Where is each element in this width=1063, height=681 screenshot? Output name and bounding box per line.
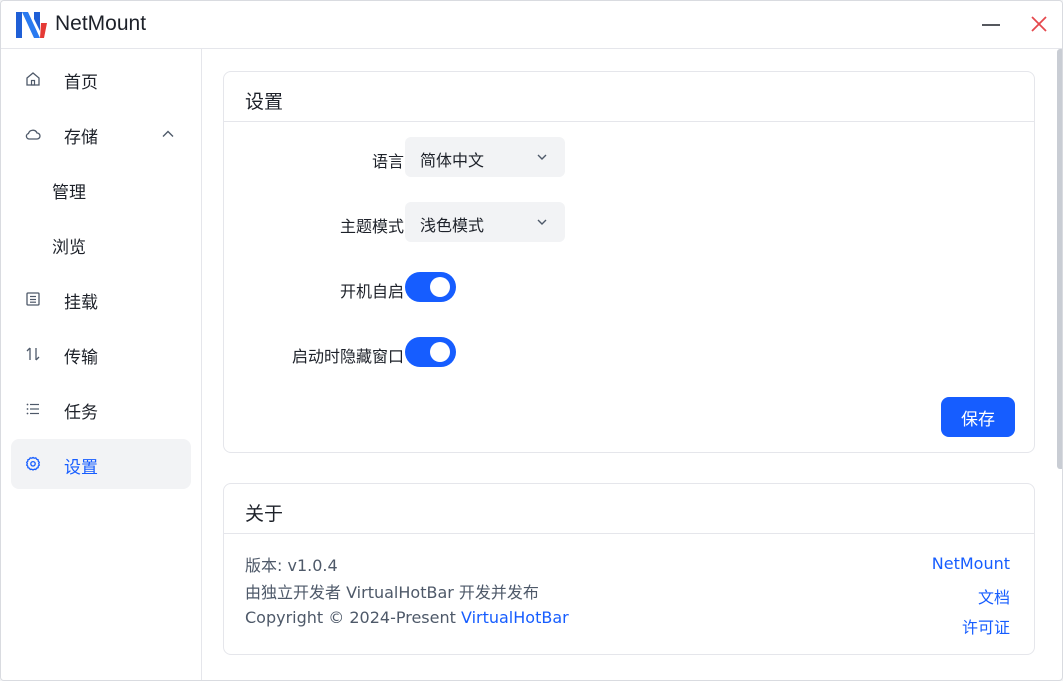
sidebar-item-label: 任务 xyxy=(64,403,98,423)
app-title: NetMount xyxy=(55,12,147,35)
virtualhotbar-link[interactable]: VirtualHotBar xyxy=(461,608,569,627)
chevron-up-icon[interactable] xyxy=(161,127,175,141)
settings-card: 设置 语言 简体中文 主题模式 浅色模式 开机自启 启动时隐藏窗口 保存 xyxy=(223,71,1035,453)
chevron-down-icon xyxy=(537,219,547,225)
sidebar-item-label: 浏览 xyxy=(52,238,86,258)
sidebar-item-settings[interactable]: 设置 xyxy=(11,439,191,489)
scrollbar[interactable] xyxy=(1057,49,1062,469)
sidebar-item-storage[interactable]: 存储 xyxy=(11,109,191,159)
sidebar-item-home[interactable]: 首页 xyxy=(11,54,191,104)
sidebar-item-manage[interactable]: 管理 xyxy=(11,164,191,214)
license-link[interactable]: 许可证 xyxy=(962,614,1010,638)
task-list-icon xyxy=(26,403,39,415)
cloud-icon xyxy=(25,129,41,140)
copyright-text: Copyright © 2024-Present VirtualHotBar xyxy=(245,608,569,627)
toggle-knob xyxy=(430,277,450,297)
sidebar-item-label: 传输 xyxy=(64,348,98,368)
version-text: 版本: v1.0.4 xyxy=(245,556,338,575)
sidebar-item-label: 挂载 xyxy=(64,293,98,313)
sidebar-item-label: 管理 xyxy=(52,183,86,203)
theme-select[interactable]: 浅色模式 xyxy=(405,202,565,242)
sidebar-item-browse[interactable]: 浏览 xyxy=(11,219,191,269)
autostart-label: 开机自启 xyxy=(339,282,404,301)
netmount-logo-icon xyxy=(16,12,47,38)
theme-label: 主题模式 xyxy=(339,217,404,236)
sidebar-item-transfer[interactable]: 传输 xyxy=(11,329,191,379)
save-button[interactable]: 保存 xyxy=(941,397,1015,437)
gear-icon xyxy=(25,456,41,471)
chevron-down-icon xyxy=(537,154,547,160)
netmount-link[interactable]: NetMount xyxy=(932,554,1010,573)
app-window: NetMount 首页 存储 管理 浏览 挂载 传输 任务 设置 设置 语言 简… xyxy=(0,0,1063,681)
hide-on-start-label: 启动时隐藏窗口 xyxy=(291,347,404,366)
language-label: 语言 xyxy=(371,152,404,171)
hide-on-start-toggle[interactable] xyxy=(405,337,456,367)
about-card: 关于 版本: v1.0.4 由独立开发者 VirtualHotBar 开发并发布… xyxy=(223,483,1035,655)
main-content: 设置 语言 简体中文 主题模式 浅色模式 开机自启 启动时隐藏窗口 保存 关于 … xyxy=(203,49,1054,680)
docs-link[interactable]: 文档 xyxy=(978,584,1010,608)
language-select[interactable]: 简体中文 xyxy=(405,137,565,177)
copyright-prefix: Copyright © 2024-Present xyxy=(245,608,461,627)
minimize-icon[interactable] xyxy=(976,11,1006,39)
settings-card-title: 设置 xyxy=(245,91,284,113)
transfer-arrows-icon xyxy=(26,347,40,361)
theme-select-value: 浅色模式 xyxy=(420,216,485,235)
close-icon[interactable] xyxy=(1024,11,1054,39)
sidebar-item-mount[interactable]: 挂载 xyxy=(11,274,191,324)
sidebar-item-tasks[interactable]: 任务 xyxy=(11,384,191,434)
title-bar: NetMount xyxy=(1,1,1062,49)
sidebar: 首页 存储 管理 浏览 挂载 传输 任务 设置 xyxy=(1,49,202,680)
toggle-knob xyxy=(430,342,450,362)
sidebar-item-label: 首页 xyxy=(64,73,98,93)
about-card-title: 关于 xyxy=(245,503,284,525)
home-icon xyxy=(26,72,40,86)
autostart-toggle[interactable] xyxy=(405,272,456,302)
developer-text: 由独立开发者 VirtualHotBar 开发并发布 xyxy=(245,583,539,602)
sidebar-item-label: 存储 xyxy=(64,128,98,148)
settings-card-header: 设置 xyxy=(224,72,1034,122)
mount-list-icon xyxy=(26,292,40,306)
sidebar-item-label: 设置 xyxy=(64,458,98,478)
language-select-value: 简体中文 xyxy=(420,151,485,170)
about-card-header: 关于 xyxy=(224,484,1034,534)
